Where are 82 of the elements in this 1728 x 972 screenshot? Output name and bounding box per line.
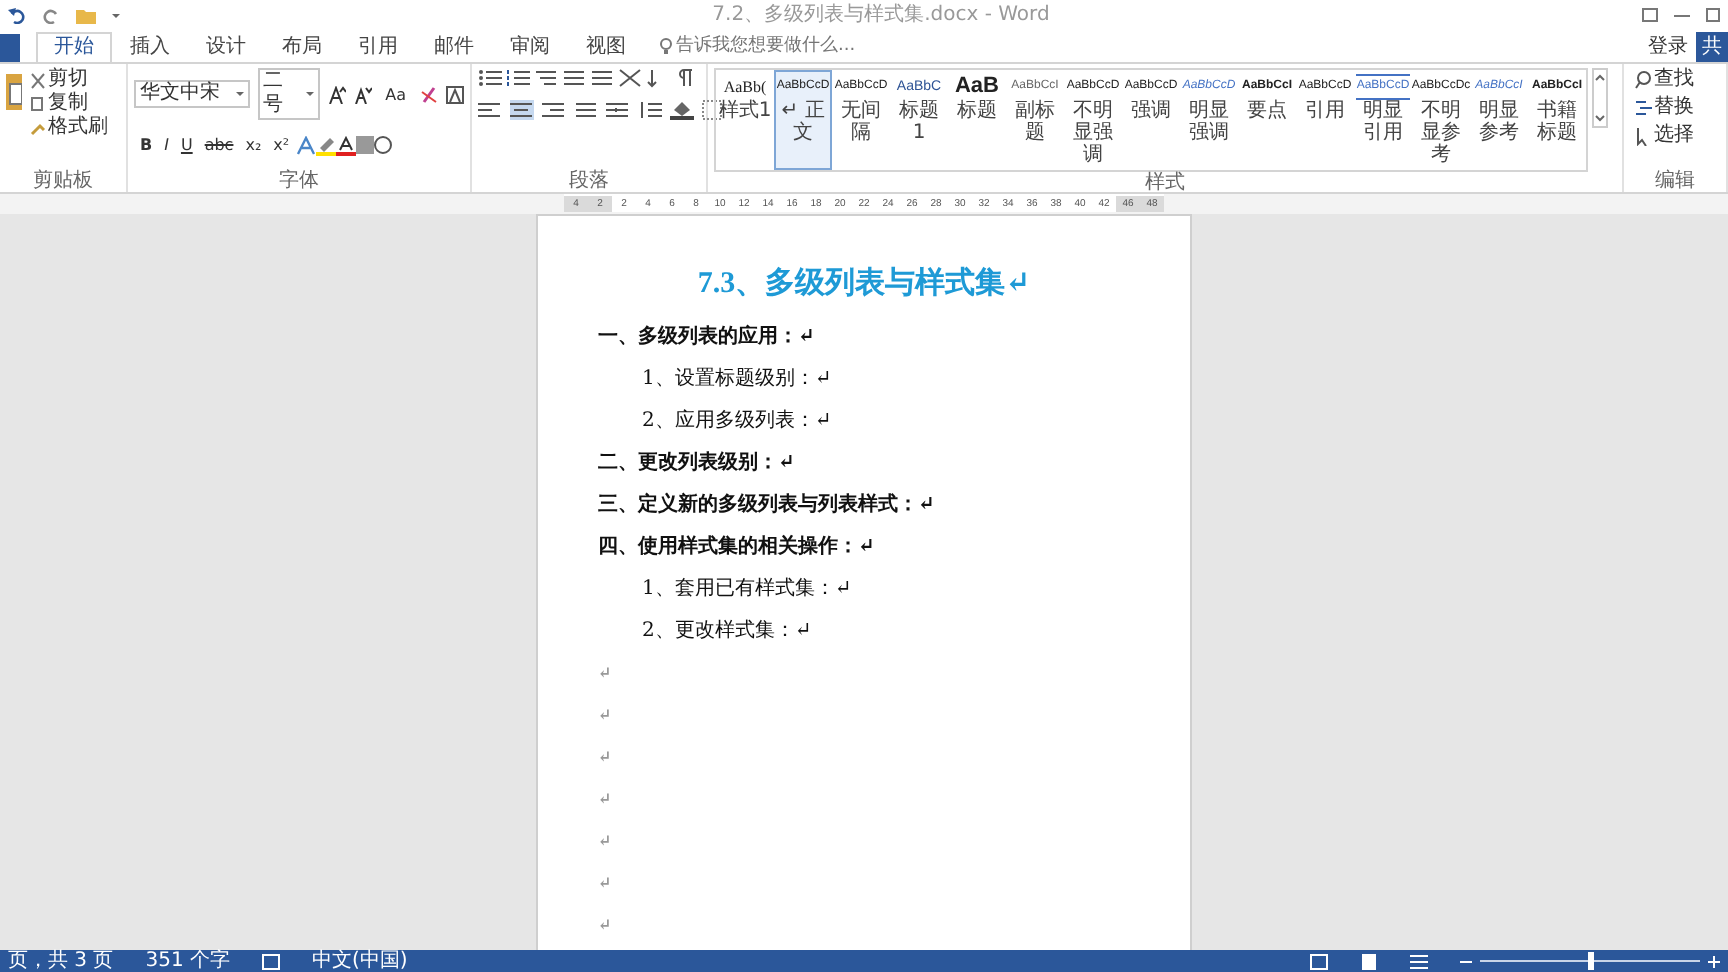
zoom-in-icon[interactable]: [1708, 955, 1720, 967]
document-paragraph: 1、套用已有样式集：↵: [640, 575, 854, 604]
paint-bucket-icon[interactable]: [670, 100, 694, 120]
group-label: 段落: [567, 170, 611, 192]
document-paragraph: 2、更改样式集：↵: [640, 617, 814, 646]
group-label: 字体: [277, 170, 321, 192]
style-gallery-item[interactable]: AaBb( 样式1: [716, 70, 774, 170]
zoom-out-icon[interactable]: [1460, 955, 1472, 967]
ribbon-button[interactable]: 替换: [1630, 96, 1720, 120]
font-size-field[interactable]: 二号: [257, 68, 320, 120]
page-count: 页，共 3 页: [8, 950, 114, 972]
line-spacing-icon[interactable]: [638, 100, 662, 120]
format-button[interactable]: I: [158, 132, 175, 158]
ribbon-tab[interactable]: 视图: [568, 32, 644, 62]
bullets-icon[interactable]: [478, 68, 502, 88]
ribbon-button[interactable]: 格式刷: [26, 116, 112, 140]
document-paragraph: ↵: [598, 660, 614, 686]
document-paragraph: 三、定义新的多级列表与列表样式：↵: [598, 490, 937, 520]
ribbon-tab[interactable]: 审阅: [492, 32, 568, 62]
ribbon-tab[interactable]: 布局: [264, 32, 340, 62]
language-status: 中文(中国): [312, 950, 408, 972]
change-case-button[interactable]: Aa: [379, 81, 412, 107]
word-count: 351 个字: [145, 950, 230, 972]
pilcrow-icon[interactable]: [674, 68, 698, 88]
document-heading: 7.3、多级列表与样式集↵: [695, 264, 1033, 304]
multilevel-list-icon[interactable]: [534, 68, 558, 88]
shrink-font-icon[interactable]: [353, 85, 372, 103]
redo-icon[interactable]: [42, 6, 60, 24]
document-paragraph: 四、使用样式集的相关操作：↵: [598, 533, 877, 562]
document-paragraph: 一、多级列表的应用：↵: [598, 322, 817, 352]
group-label: 剪贴板: [31, 170, 95, 192]
text-effect-icon[interactable]: [295, 135, 316, 155]
ribbon-tab[interactable]: 设计: [188, 32, 264, 62]
grow-font-icon[interactable]: [327, 85, 346, 103]
scroll-arrows-icon[interactable]: [1592, 68, 1608, 128]
group-label: 编辑: [1653, 170, 1697, 192]
ribbon-tab[interactable]: 邮件: [416, 32, 492, 62]
format-button[interactable]: U: [174, 132, 199, 158]
share-button[interactable]: 共: [1696, 32, 1728, 62]
document-paragraph: ↵: [598, 828, 614, 854]
cursor-icon: [1634, 126, 1652, 146]
font-color-icon[interactable]: [335, 135, 356, 155]
ribbon-display-icon[interactable]: [1642, 8, 1658, 22]
font-name-field[interactable]: 华文中宋: [134, 80, 250, 108]
ribbon-tab[interactable]: 引用: [340, 32, 416, 62]
ribbon-button[interactable]: 复制: [26, 92, 112, 116]
document-paragraph: 二、更改列表级别：↵: [598, 449, 797, 478]
ribbon-button[interactable]: 查找: [1630, 68, 1720, 92]
web-layout-icon[interactable]: [1410, 953, 1428, 969]
window-title: 7.2、多级列表与样式集.docx - Word: [710, 1, 1052, 30]
numbering-icon[interactable]: [506, 68, 530, 88]
ribbon-button[interactable]: 选择: [1630, 124, 1720, 148]
undo-icon[interactable]: [8, 6, 26, 24]
format-button[interactable]: B: [134, 132, 159, 158]
document-paragraph: ↵: [598, 744, 614, 770]
justify-icon[interactable]: [574, 100, 598, 120]
maximize-icon[interactable]: [1706, 8, 1720, 22]
zoom-slider-thumb[interactable]: [1588, 952, 1594, 970]
document-paragraph: ↵: [598, 786, 614, 812]
print-layout-icon[interactable]: [1360, 953, 1378, 969]
document-paragraph: ↵: [598, 912, 614, 938]
document-paragraph: ↵: [598, 870, 614, 896]
scissors-icon: [30, 71, 46, 89]
ribbon-tab[interactable]: 开始: [36, 32, 112, 62]
format-button[interactable]: x₂: [239, 132, 268, 158]
tell-me-field[interactable]: 告诉我您想要做什么...: [672, 31, 892, 62]
copy-icon: [30, 95, 46, 113]
format-button[interactable]: x²: [267, 132, 296, 158]
ribbon-tab[interactable]: 插入: [112, 32, 188, 62]
ribbon-button[interactable]: 剪切: [26, 68, 112, 92]
group-label: 样式: [1143, 172, 1187, 194]
search-icon: [1634, 70, 1652, 90]
align-left-icon[interactable]: [478, 100, 502, 120]
style-gallery-item[interactable]: AaB 标题: [948, 70, 1006, 170]
document-paragraph: 2、应用多级列表：↵: [640, 407, 834, 436]
align-center-icon[interactable]: [510, 100, 534, 120]
align-right-icon[interactable]: [542, 100, 566, 120]
sign-in-link[interactable]: 登录: [1648, 32, 1688, 62]
lightbulb-icon: [660, 37, 672, 56]
format-button[interactable]: abc: [198, 132, 240, 158]
document-paragraph: 1、设置标题级别：↵: [640, 365, 834, 394]
document-paragraph: ↵: [598, 702, 614, 728]
